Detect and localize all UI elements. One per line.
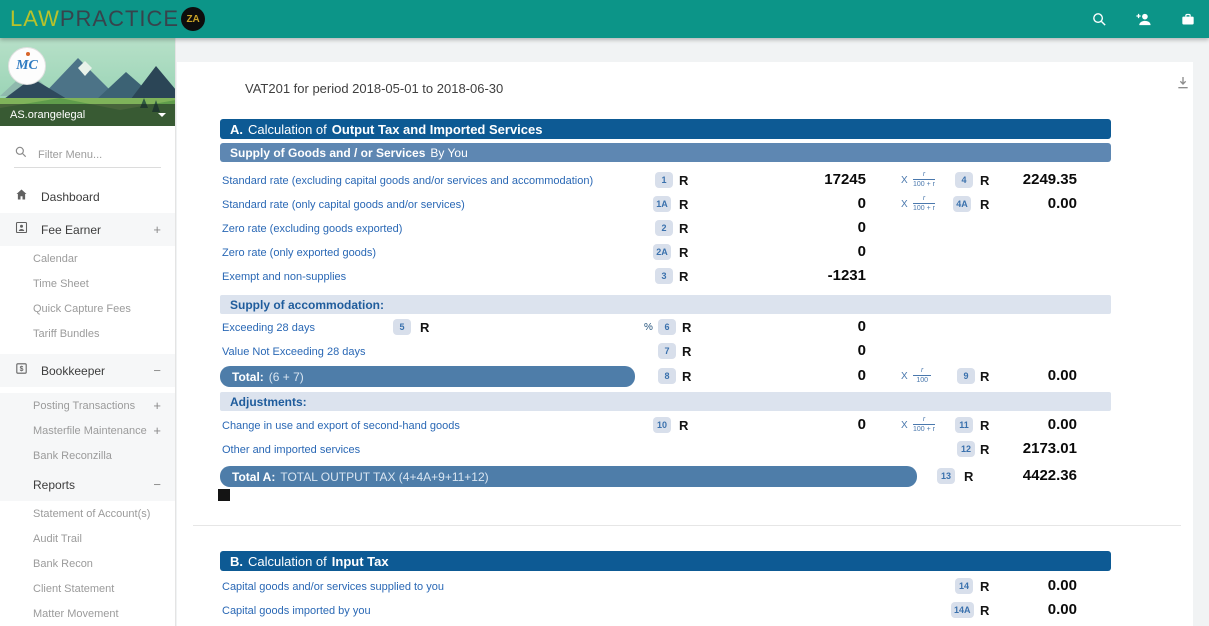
sidebar-item-bank-recon[interactable]: Bank Recon	[0, 551, 175, 576]
sidebar-item-reports[interactable]: Reports −	[0, 468, 175, 501]
logo-practice: PRACTICE	[60, 6, 179, 32]
sidebar-item-calendar[interactable]: Calendar	[0, 246, 175, 271]
field-value: 0.00	[1048, 577, 1077, 594]
sidebar-item-masterfile-maintenance[interactable]: Masterfile Maintenance +	[0, 418, 175, 443]
add-person-icon[interactable]	[1134, 11, 1153, 28]
filter-menu-field	[14, 142, 161, 168]
section-b-header: B. Calculation of Input Tax	[220, 551, 1111, 571]
field-value: 0.00	[1048, 601, 1077, 618]
download-icon[interactable]	[1175, 75, 1193, 93]
logo-za-badge: ZA	[181, 7, 205, 31]
app-header: LAW PRACTICE ZA	[0, 0, 1209, 38]
expand-icon[interactable]: +	[153, 222, 161, 237]
profile-panel: MC AS.orangelegal	[0, 38, 176, 126]
bookkeeper-submenu: Posting Transactions + Masterfile Mainte…	[0, 393, 175, 501]
avatar-text: MC	[16, 58, 38, 74]
sidebar-item-statement-of-accounts[interactable]: Statement of Account(s)	[0, 501, 175, 526]
expand-icon[interactable]: +	[153, 423, 161, 438]
avatar: MC	[8, 47, 46, 85]
sidebar-item-quick-capture-fees[interactable]: Quick Capture Fees	[0, 296, 175, 321]
expand-icon[interactable]: +	[153, 398, 161, 413]
briefcase-icon[interactable]	[1179, 11, 1197, 28]
account-name: AS.orangelegal	[10, 109, 158, 121]
filter-menu-input[interactable]	[38, 149, 148, 161]
avatar-dot	[26, 52, 30, 56]
search-icon	[14, 145, 28, 164]
sidebar-item-bookkeeper[interactable]: $ Bookkeeper −	[0, 354, 175, 387]
main-area: VAT201 for period 2018-05-01 to 2018-06-…	[176, 38, 1209, 626]
chevron-down-icon	[158, 113, 166, 117]
row-label: Capital goods imported by you	[222, 605, 371, 617]
currency-symbol: R	[980, 579, 989, 594]
sidebar-item-posting-transactions[interactable]: Posting Transactions +	[0, 393, 175, 418]
sidebar-item-time-sheet[interactable]: Time Sheet	[0, 271, 175, 296]
sidebar-item-dashboard[interactable]: Dashboard	[0, 180, 175, 213]
app-window: LAW PRACTICE ZA	[0, 0, 1209, 626]
field-box: 14	[955, 578, 973, 594]
search-icon[interactable]	[1091, 11, 1108, 28]
form-row-14: Capital goods and/or services supplied t…	[220, 577, 1111, 597]
sidebar-item-bank-reconzilla[interactable]: Bank Reconzilla	[0, 443, 175, 468]
sidebar-item-client-statement[interactable]: Client Statement	[0, 576, 175, 601]
collapse-icon[interactable]: −	[153, 477, 161, 492]
logo-law: LAW	[10, 6, 60, 32]
person-card-icon	[14, 220, 29, 240]
currency-symbol: R	[980, 603, 989, 618]
home-icon	[14, 187, 29, 207]
form-row-14a: Capital goods imported by you 14A R 0.00	[220, 601, 1111, 621]
vat201-form-b: B. Calculation of Input Tax Capital good…	[220, 62, 1111, 626]
ledger-icon: $	[14, 361, 29, 381]
svg-text:$: $	[20, 366, 24, 373]
sidebar-item-fee-earner[interactable]: Fee Earner +	[0, 213, 175, 246]
app-logo[interactable]: LAW PRACTICE ZA	[10, 6, 205, 32]
sidebar-item-audit-trail[interactable]: Audit Trail	[0, 526, 175, 551]
field-box: 14A	[951, 602, 974, 618]
sidebar-item-matter-movement[interactable]: Matter Movement	[0, 601, 175, 626]
row-label: Capital goods and/or services supplied t…	[222, 581, 444, 593]
report-card: VAT201 for period 2018-05-01 to 2018-06-…	[177, 62, 1193, 626]
collapse-icon[interactable]: −	[153, 363, 161, 378]
sidebar-item-tariff-bundles[interactable]: Tariff Bundles	[0, 321, 175, 346]
sidebar: MC AS.orangelegal Dashboard	[0, 38, 176, 626]
account-selector[interactable]: AS.orangelegal	[0, 104, 176, 126]
sidebar-menu: Dashboard Fee Earner + Calendar Time She…	[0, 126, 175, 626]
